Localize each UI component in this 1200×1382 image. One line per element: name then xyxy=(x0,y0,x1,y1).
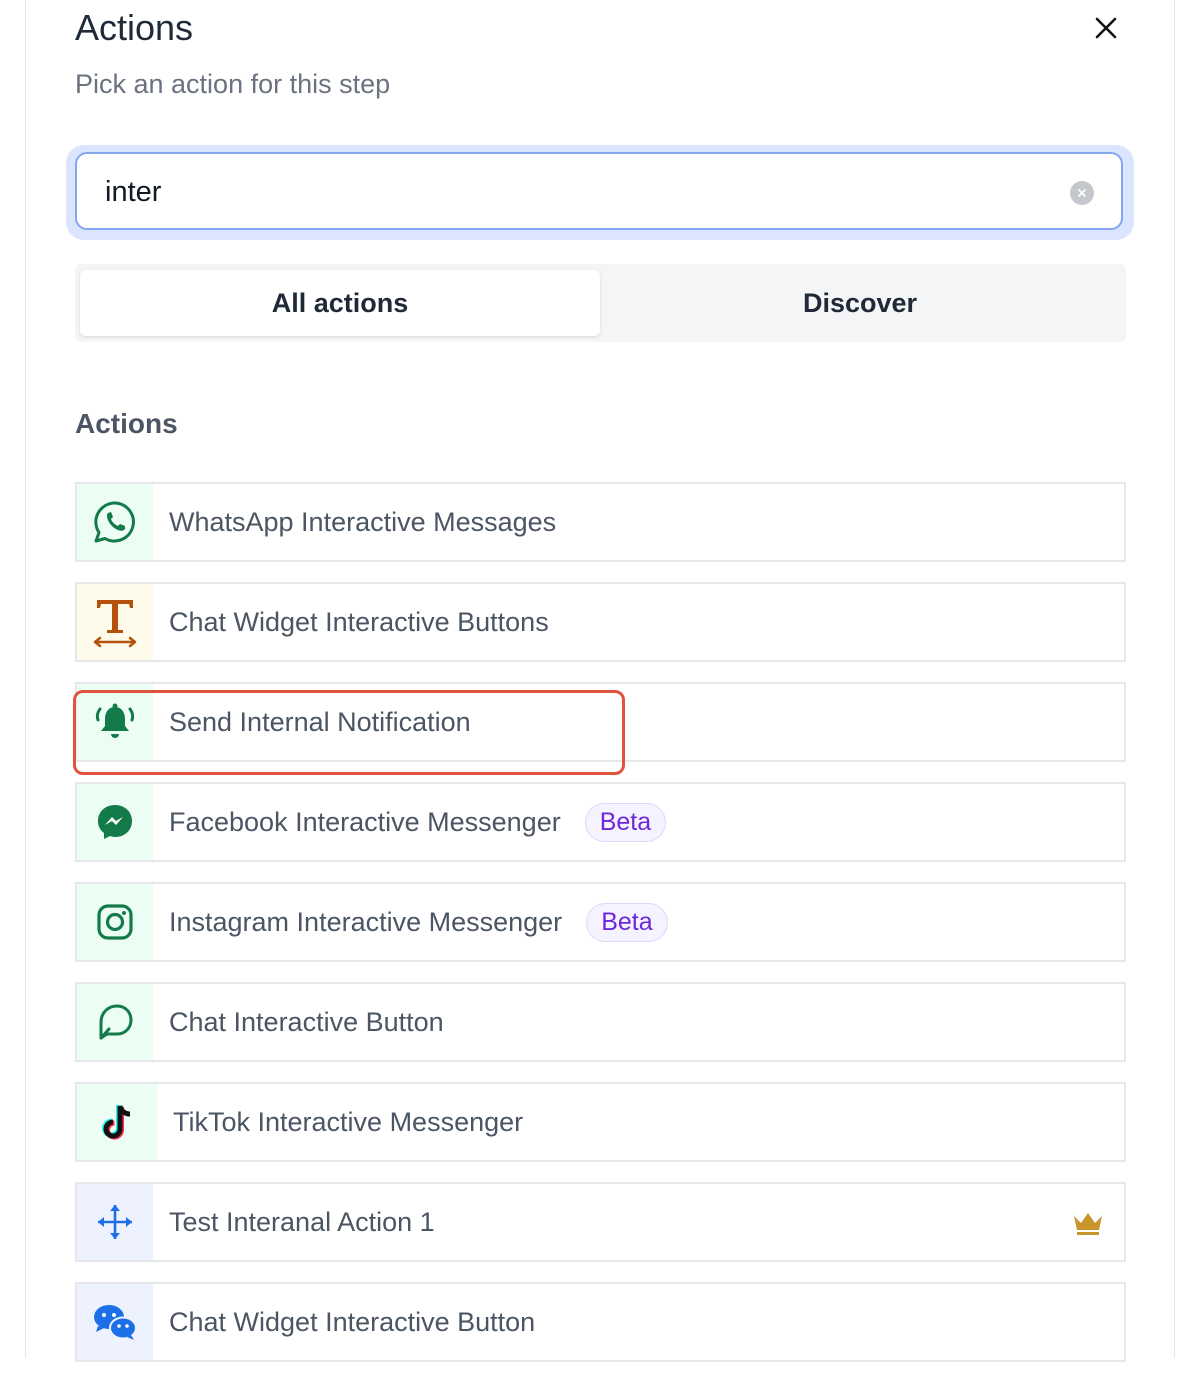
action-item-tiktok-messenger[interactable]: TikTok Interactive Messenger xyxy=(75,1082,1126,1162)
chat-bubble-icon xyxy=(99,1004,133,1040)
whatsapp-icon xyxy=(94,501,135,543)
icon-cell xyxy=(77,984,153,1060)
wechat-icon xyxy=(94,1305,137,1340)
close-button[interactable] xyxy=(1088,10,1124,46)
action-item-send-internal-notification[interactable]: Send Internal Notification xyxy=(75,682,1126,762)
messenger-icon xyxy=(98,805,132,839)
action-label: WhatsApp Interactive Messages xyxy=(169,506,557,537)
panel-subtitle: Pick an action for this step xyxy=(75,69,391,99)
action-label: Instagram Interactive Messenger xyxy=(169,906,563,937)
icon-cell xyxy=(77,784,153,860)
actions-list: WhatsApp Interactive Messages Chat Widge… xyxy=(75,482,1126,1382)
move-arrows-icon xyxy=(98,1205,132,1239)
clear-icon xyxy=(1078,189,1086,197)
beta-badge: Beta xyxy=(584,802,667,842)
action-item-test-internal-action[interactable]: Test Interanal Action 1 xyxy=(75,1182,1126,1262)
tab-discover[interactable]: Discover xyxy=(600,270,1120,336)
action-label: Facebook Interactive Messenger xyxy=(169,806,561,837)
tab-bar: All actions Discover xyxy=(75,264,1126,342)
bell-ringing-icon xyxy=(95,703,135,738)
search-input[interactable] xyxy=(103,168,1057,216)
action-label: Chat Widget Interactive Buttons xyxy=(169,606,549,637)
icon-cell xyxy=(77,684,153,760)
action-item-chat-widget-buttons[interactable]: Chat Widget Interactive Buttons xyxy=(75,582,1126,662)
text-resize-icon xyxy=(93,600,137,648)
action-item-facebook-messenger[interactable]: Facebook Interactive Messenger Beta xyxy=(75,782,1126,862)
section-heading: Actions xyxy=(75,408,178,439)
icon-cell xyxy=(77,484,153,560)
icon-cell xyxy=(77,584,153,660)
action-item-chat-interactive-button[interactable]: Chat Interactive Button xyxy=(75,982,1126,1062)
action-label: Test Interanal Action 1 xyxy=(169,1206,435,1237)
icon-cell xyxy=(77,1084,157,1160)
action-item-instagram-messenger[interactable]: Instagram Interactive Messenger Beta xyxy=(75,882,1126,962)
icon-cell xyxy=(77,1184,153,1260)
action-label: Chat Interactive Button xyxy=(169,1006,444,1037)
close-icon xyxy=(1095,17,1117,39)
action-label: Chat Widget Interactive Button xyxy=(169,1306,536,1337)
crown-icon xyxy=(1074,1213,1102,1235)
action-label: TikTok Interactive Messenger xyxy=(173,1106,524,1137)
tab-all-actions[interactable]: All actions xyxy=(80,270,600,336)
panel-title: Actions xyxy=(75,7,194,48)
tiktok-icon xyxy=(102,1105,131,1140)
action-item-whatsapp[interactable]: WhatsApp Interactive Messages xyxy=(75,482,1126,562)
search-box[interactable] xyxy=(75,152,1123,230)
instagram-icon xyxy=(97,904,133,940)
action-label: Send Internal Notification xyxy=(169,706,471,737)
clear-search-button[interactable] xyxy=(1070,181,1094,205)
beta-badge: Beta xyxy=(586,902,668,942)
icon-cell xyxy=(77,884,153,960)
action-item-chat-widget-button[interactable]: Chat Widget Interactive Button xyxy=(75,1282,1126,1362)
icon-cell xyxy=(77,1284,153,1360)
